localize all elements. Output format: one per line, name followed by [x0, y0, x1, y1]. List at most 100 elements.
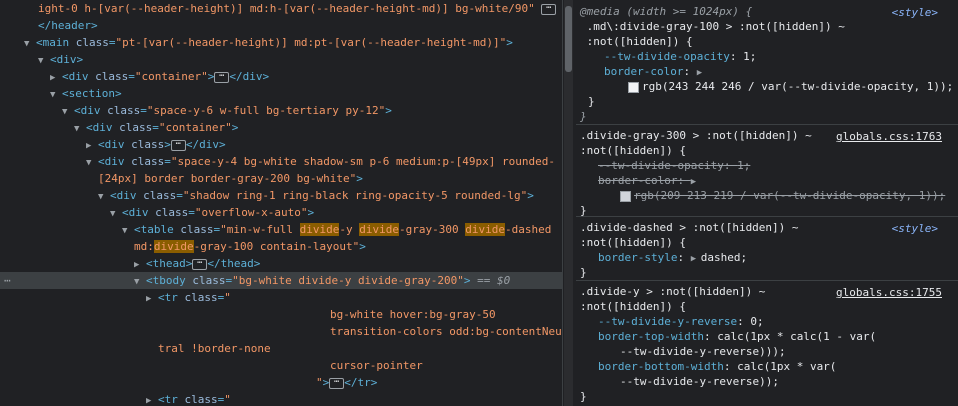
rule-selector: .md\:divide-gray-100 > :not([hidden]) ~	[580, 20, 845, 33]
property-value[interactable]: 1	[737, 159, 744, 172]
expanded-triangle-icon[interactable]: ▼	[98, 189, 110, 206]
media-query: @media (width >= 1024px) {	[580, 5, 753, 18]
style-property-overridden[interactable]: border-color: ▶	[598, 173, 701, 189]
rule-close-brace: }	[580, 390, 587, 403]
tree-line-div-container[interactable]: ▶ <div class="container"> ⋯ </div>	[50, 68, 269, 85]
style-property[interactable]: --tw-divide-opacity: 1;	[604, 49, 756, 65]
table-class-value: -gray-300	[398, 223, 466, 236]
tree-line-div[interactable]: ▼ <div>	[38, 51, 83, 68]
style-property[interactable]: border-bottom-width: calc(1px * var(	[598, 359, 836, 375]
thead-open-tag: <thead>	[146, 257, 193, 270]
rule-source-link[interactable]: globals.css:1763	[836, 128, 942, 145]
container-class-value: "container"	[158, 121, 232, 134]
tree-line-tr-class-2[interactable]: transition-colors odd:bg-contentNeu	[330, 323, 562, 340]
rule-source-link[interactable]: <style>	[892, 4, 938, 21]
property-name: border-top-width	[598, 330, 704, 343]
expanded-triangle-icon[interactable]: ▼	[50, 87, 62, 104]
property-value[interactable]: --tw-divide-y-reverse)));	[620, 345, 786, 358]
property-value[interactable]: 0	[750, 315, 757, 328]
tree-line-tr-close[interactable]: "> ⋯ </tr>	[316, 374, 377, 391]
style-property-value-line[interactable]: --tw-divide-y-reverse)));	[620, 344, 786, 360]
search-highlight: divide	[359, 223, 399, 236]
tree-line-tr-class-3[interactable]: tral !border-none	[158, 340, 271, 357]
style-property-value-line[interactable]: rgb(209 213 219 / var(--tw-divide-opacit…	[620, 188, 945, 204]
ellipsis-icon[interactable]: ⋯	[214, 71, 230, 83]
property-value[interactable]: rgb(243 244 246 / var(--tw-divide-opacit…	[642, 80, 953, 93]
tree-line-div-shadow[interactable]: ▼ <div class="shadow ring-1 ring-black ri…	[98, 187, 534, 204]
tr-class-value: bg-white hover:bg-gray-50	[330, 308, 496, 321]
tree-line-tr-class-1[interactable]: bg-white hover:bg-gray-50	[330, 306, 496, 323]
table-class-value: md:	[134, 240, 154, 253]
tree-line-tr-2[interactable]: ▶ <tr class="	[146, 391, 231, 406]
attr-name: class	[75, 36, 109, 49]
property-name: --tw-divide-y-reverse	[598, 315, 738, 328]
expanded-triangle-icon[interactable]: ▼	[62, 104, 74, 121]
tr-class-value: transition-colors odd:bg-contentNeu	[330, 325, 562, 338]
rule-source-link[interactable]: globals.css:1755	[836, 284, 942, 301]
tree-line-div-collapsed[interactable]: ▶ <div class> ⋯ </div>	[86, 136, 226, 153]
tree-line-div-overflow[interactable]: ▼ <div class="overflow-x-auto">	[110, 204, 314, 221]
property-name: border-bottom-width	[598, 360, 724, 373]
more-dots-icon[interactable]: ⋯	[4, 272, 11, 289]
tree-line-table[interactable]: ▼ <table class="min-w-full divide-y divid…	[122, 221, 551, 238]
tree-line-thead[interactable]: ▶ <thead> ⋯ </thead>	[134, 255, 260, 272]
style-property[interactable]: border-style: ▶ dashed;	[598, 250, 747, 266]
tr-open-tag: <tr	[158, 393, 185, 406]
color-swatch-icon[interactable]	[620, 190, 631, 202]
tree-line-div-container-2[interactable]: ▼ <div class="container">	[74, 119, 238, 136]
rule-selector-cont: :not([hidden]) {	[580, 144, 686, 157]
expand-triangle-icon[interactable]: ▶	[691, 251, 701, 267]
table-class-value: "min-w-full	[220, 223, 300, 236]
property-value[interactable]: calc(1px * calc(1 - var(	[717, 330, 876, 343]
property-value[interactable]: dashed	[701, 251, 741, 264]
expanded-triangle-icon[interactable]: ▼	[134, 274, 146, 291]
property-value[interactable]: calc(1px * var(	[737, 360, 836, 373]
tree-line-tr[interactable]: ▶ <tr class="	[146, 289, 231, 306]
style-property[interactable]: border-top-width: calc(1px * calc(1 - va…	[598, 329, 876, 345]
tbody-class-value: "bg-white divide-y divide-gray-200"	[232, 274, 464, 287]
tree-line-tbody[interactable]: ▼ <tbody class="bg-white divide-y divide-…	[134, 272, 510, 289]
rule-source-link[interactable]: <style>	[892, 220, 938, 237]
expanded-triangle-icon[interactable]: ▼	[86, 155, 98, 172]
scrollbar-thumb[interactable]	[565, 6, 572, 72]
container-class-value: "container"	[134, 70, 208, 83]
div-class-value: "shadow ring-1 ring-black ring-opacity-5…	[182, 189, 528, 202]
property-value[interactable]: rgb(209 213 219 / var(--tw-divide-opacit…	[634, 189, 945, 202]
expanded-triangle-icon[interactable]: ▼	[38, 53, 50, 70]
style-property[interactable]: --tw-divide-y-reverse: 0;	[598, 314, 764, 330]
rule-selector-cont: :not([hidden]) {	[580, 35, 693, 48]
main-open-tag: <main	[36, 36, 76, 49]
tree-line-section[interactable]: ▼ <section>	[50, 85, 122, 102]
tr-class-value: tral !border-none	[158, 342, 271, 355]
tree-line-div-space-y-6[interactable]: ▼ <div class="space-y-6 w-full bg-tertiar…	[62, 102, 392, 119]
style-property[interactable]: border-color: ▶	[604, 64, 707, 80]
scrollbar[interactable]	[564, 0, 573, 406]
color-swatch-icon[interactable]	[628, 81, 639, 93]
expanded-triangle-icon[interactable]: ▼	[110, 206, 122, 223]
property-value[interactable]: 1	[743, 50, 750, 63]
tree-line-div-space-y-4[interactable]: ▼ <div class="space-y-4 bg-white shadow-s…	[86, 153, 555, 170]
ellipsis-icon[interactable]: ⋯	[192, 258, 208, 270]
search-highlight: divide	[153, 240, 194, 253]
style-property-value-line[interactable]: rgb(243 244 246 / var(--tw-divide-opacit…	[628, 79, 953, 95]
tree-line-main[interactable]: ▼ <main class="pt-[var(--header-height)] …	[24, 34, 513, 51]
expanded-triangle-icon[interactable]: ▼	[122, 223, 134, 240]
collapsed-triangle-icon[interactable]: ▶	[146, 393, 158, 406]
tree-line-header-close[interactable]: </header>	[38, 17, 98, 34]
property-value[interactable]: --tw-divide-y-reverse));	[620, 375, 779, 388]
tree-line-tr-class-4[interactable]: cursor-pointer	[330, 357, 423, 374]
expanded-triangle-icon[interactable]: ▼	[74, 121, 86, 138]
collapsed-triangle-icon[interactable]: ▶	[146, 291, 158, 308]
ellipsis-icon[interactable]: ⋯	[170, 139, 186, 151]
style-property-value-line[interactable]: --tw-divide-y-reverse));	[620, 374, 779, 390]
tree-line-continuation[interactable]: [24px] border border-gray-200 bg-white">	[98, 170, 363, 187]
ellipsis-icon[interactable]: ⋯	[541, 3, 557, 15]
expanded-triangle-icon[interactable]: ▼	[24, 36, 36, 53]
tree-line-header-attr[interactable]: ight-0 h-[var(--header-height)] md:h-[va…	[38, 0, 557, 17]
tbody-open-tag: <tbody	[146, 274, 193, 287]
ellipsis-icon[interactable]: ⋯	[329, 377, 345, 389]
tree-line-table-cont[interactable]: md:divide-gray-100 contain-layout">	[134, 238, 366, 255]
tr-close-tag: </tr>	[344, 376, 378, 389]
style-property-overridden[interactable]: --tw-divide-opacity: 1;	[598, 158, 750, 174]
search-highlight: divide	[465, 223, 505, 236]
